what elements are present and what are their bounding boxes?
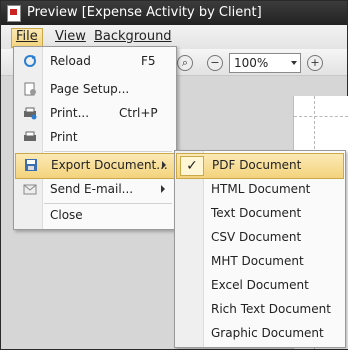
menu-file-label: File xyxy=(16,29,38,44)
menu-view[interactable]: View xyxy=(51,28,90,46)
menu-file[interactable]: File xyxy=(11,28,43,48)
menu-item-export-document[interactable]: Export Document... xyxy=(15,153,175,179)
export-item-label: MHT Document xyxy=(211,254,304,268)
menu-item-label: Print xyxy=(50,130,78,144)
page-setup-icon xyxy=(24,82,36,96)
title-bar: Preview [Expense Activity by Client] xyxy=(1,1,347,25)
export-item-csv[interactable]: CSV Document xyxy=(176,225,342,249)
menu-item-page-setup[interactable]: Page Setup... xyxy=(15,77,173,101)
export-item-label: Text Document xyxy=(211,206,302,220)
menu-item-label: Export Document... xyxy=(51,158,168,172)
export-item-label: CSV Document xyxy=(211,230,302,244)
export-item-text[interactable]: Text Document xyxy=(176,201,342,225)
menu-item-label: Reload xyxy=(50,54,91,68)
print-dialog-icon xyxy=(24,107,37,120)
checkmark-icon: ✓ xyxy=(180,156,204,176)
menu-background-label: Background xyxy=(94,29,172,44)
chevron-down-icon xyxy=(291,61,297,65)
export-item-rich-text[interactable]: Rich Text Document xyxy=(176,297,342,321)
export-item-label: HTML Document xyxy=(211,182,311,196)
reload-icon xyxy=(24,55,36,67)
email-icon xyxy=(23,184,37,195)
print-icon xyxy=(24,131,36,141)
menu-background[interactable]: Background xyxy=(90,28,176,46)
export-item-graphic[interactable]: Graphic Document xyxy=(176,321,342,345)
export-item-label: Graphic Document xyxy=(211,326,324,340)
menu-item-label: Send E-mail... xyxy=(50,182,134,196)
menu-view-label: View xyxy=(55,29,86,44)
submenu-arrow-icon xyxy=(161,185,165,193)
menu-separator xyxy=(44,151,172,152)
export-submenu: ✓ PDF Document HTML Document Text Docume… xyxy=(174,150,346,348)
zoom-select[interactable]: 100% xyxy=(229,53,301,73)
window-title: Preview [Expense Activity by Client] xyxy=(27,5,262,20)
export-item-label: PDF Document xyxy=(212,158,302,172)
export-item-excel[interactable]: Excel Document xyxy=(176,273,342,297)
margin-guide-horizontal xyxy=(294,116,348,117)
menu-item-print[interactable]: Print xyxy=(15,125,173,149)
save-icon xyxy=(25,159,37,171)
menu-item-shortcut: F5 xyxy=(141,54,156,68)
zoom-tool-icon[interactable]: ⌕ xyxy=(177,55,193,71)
export-item-label: Rich Text Document xyxy=(211,302,331,316)
menu-item-send-email[interactable]: Send E-mail... xyxy=(15,177,173,201)
export-item-label: Excel Document xyxy=(211,278,309,292)
menu-item-reload[interactable]: Reload F5 xyxy=(15,49,173,73)
zoom-in-icon[interactable]: + xyxy=(307,55,323,71)
app-icon xyxy=(7,5,21,22)
export-item-html[interactable]: HTML Document xyxy=(176,177,342,201)
zoom-value: 100% xyxy=(234,56,269,70)
export-item-pdf[interactable]: ✓ PDF Document xyxy=(176,153,344,179)
menu-item-shortcut: Ctrl+P xyxy=(119,106,158,120)
menu-item-label: Print... xyxy=(50,106,90,120)
submenu-arrow-icon xyxy=(162,161,166,169)
menu-item-print-dialog[interactable]: Print... Ctrl+P xyxy=(15,101,173,125)
export-item-mht[interactable]: MHT Document xyxy=(176,249,342,273)
menu-item-close[interactable]: Close xyxy=(15,203,173,227)
menu-item-label: Page Setup... xyxy=(50,82,130,96)
zoom-out-icon[interactable]: − xyxy=(207,55,223,71)
file-menu: Reload F5 Page Setup... Print... Ctrl+P … xyxy=(13,46,177,230)
menu-item-label: Close xyxy=(50,208,83,222)
